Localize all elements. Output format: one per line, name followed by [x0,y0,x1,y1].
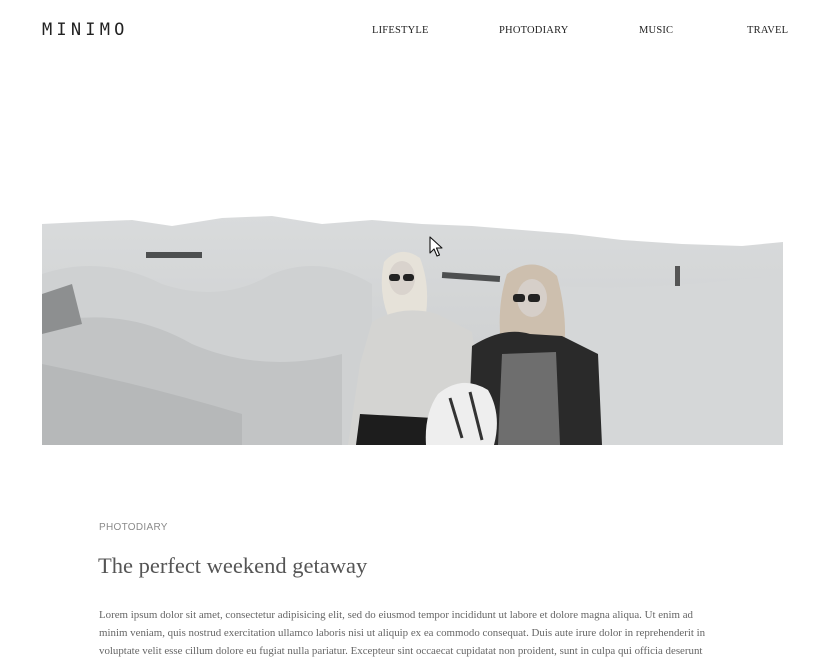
post-excerpt: Lorem ipsum dolor sit amet, consectetur … [99,609,706,657]
mouse-cursor-icon [429,236,443,257]
site-header: MINIMO LIFESTYLE PHOTODIARY MUSIC TRAVEL [0,0,828,62]
nav-item-photodiary[interactable]: PHOTODIARY [499,25,568,36]
nav-item-lifestyle[interactable]: LIFESTYLE [372,25,429,36]
hero-photo-illustration [42,216,783,445]
post-category-link[interactable]: PHOTODIARY [99,522,168,533]
nav-item-travel[interactable]: TRAVEL [747,25,788,36]
post-title[interactable]: The perfect weekend getaway [98,553,367,579]
site-logo[interactable]: MINIMO [42,20,129,40]
nav-item-music[interactable]: MUSIC [639,25,673,36]
featured-image[interactable] [42,214,783,445]
